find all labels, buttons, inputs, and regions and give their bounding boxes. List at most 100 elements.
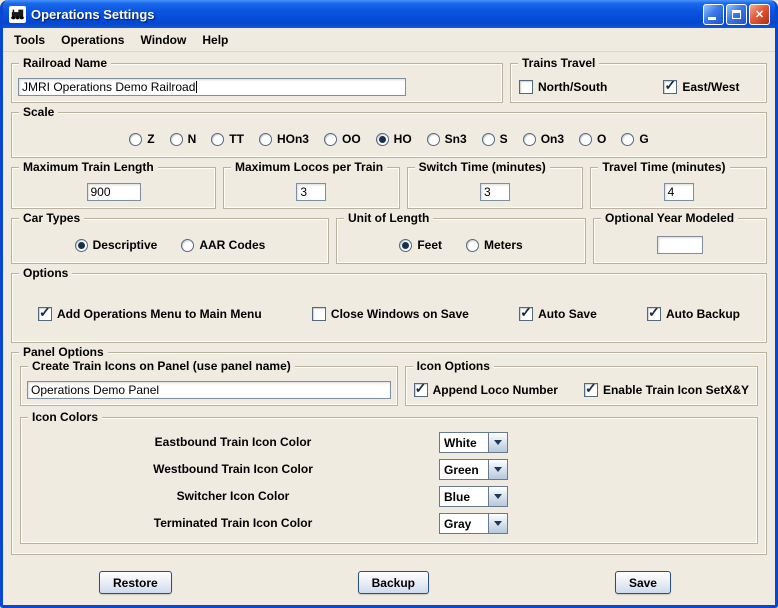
radio-scale-hon3[interactable]: HOn3 xyxy=(258,132,309,146)
main-content: Railroad Name JMRI Operations Demo Railr… xyxy=(3,52,775,605)
checkbox-close-windows-on-save[interactable]: Close Windows on Save xyxy=(311,307,469,321)
icon-colors-group: Icon Colors Eastbound Train Icon Color W… xyxy=(20,410,758,544)
radio-scale-o[interactable]: O xyxy=(579,132,606,146)
radio-scale-ho[interactable]: HO xyxy=(375,132,412,146)
close-button[interactable] xyxy=(749,3,770,25)
checkbox-auto-backup[interactable]: Auto Backup xyxy=(646,304,740,321)
restore-button[interactable]: Restore xyxy=(99,571,172,594)
maximize-icon xyxy=(732,9,741,19)
radio-scale-n[interactable]: N xyxy=(169,132,196,146)
radio-dot[interactable] xyxy=(481,132,495,146)
group-title: Optional Year Modeled xyxy=(601,211,739,225)
checkbox-box[interactable] xyxy=(413,380,428,397)
checkbox-add-operations-menu[interactable]: Add Operations Menu to Main Menu xyxy=(38,304,262,321)
save-button[interactable]: Save xyxy=(614,571,671,594)
options-group: Options Add Operations Menu to Main Menu… xyxy=(11,266,767,343)
checkbox-box[interactable] xyxy=(646,304,661,321)
radio-scale-z[interactable]: Z xyxy=(129,132,155,146)
eastbound-color-row: Eastbound Train Icon Color White xyxy=(27,430,751,454)
checkbox-auto-save[interactable]: Auto Save xyxy=(519,304,597,321)
checkbox-north-south[interactable]: North/South xyxy=(519,80,607,94)
checkbox-box[interactable] xyxy=(663,77,678,94)
radio-dot[interactable] xyxy=(258,132,272,146)
group-title: Maximum Train Length xyxy=(19,160,158,174)
checkbox-box[interactable] xyxy=(311,307,326,321)
checkbox-east-west[interactable]: East/West xyxy=(663,77,739,94)
dropdown-button[interactable] xyxy=(488,486,507,506)
radio-dot[interactable] xyxy=(375,132,389,146)
create-train-icons-group: Create Train Icons on Panel (use panel n… xyxy=(20,359,398,406)
checkbox-box[interactable] xyxy=(583,380,598,397)
checkbox-box[interactable] xyxy=(519,304,534,321)
group-title: Travel Time (minutes) xyxy=(598,160,730,174)
terminated-color-label: Terminated Train Icon Color xyxy=(153,516,313,530)
scale-group: Scale Z N TT HOn3 OO HO Sn3 S On3 O G xyxy=(11,105,767,158)
menu-help[interactable]: Help xyxy=(194,30,236,50)
operations-settings-window: Operations Settings Tools Operations Win… xyxy=(0,0,778,608)
radio-dot[interactable] xyxy=(466,238,479,252)
backup-button[interactable]: Backup xyxy=(357,571,429,594)
year-modeled-group: Optional Year Modeled xyxy=(593,211,767,264)
westbound-color-select[interactable]: Green xyxy=(439,458,508,480)
trains-travel-group: Trains Travel North/South East/West xyxy=(510,56,767,103)
radio-dot[interactable] xyxy=(169,132,183,146)
eastbound-color-label: Eastbound Train Icon Color xyxy=(154,435,312,449)
westbound-color-row: Westbound Train Icon Color Green xyxy=(27,457,751,481)
radio-scale-tt[interactable]: TT xyxy=(211,132,244,146)
radio-scale-s[interactable]: S xyxy=(481,132,508,146)
text-caret xyxy=(196,81,198,93)
radio-aar-codes[interactable]: AAR Codes xyxy=(181,238,265,252)
radio-dot[interactable] xyxy=(74,238,88,252)
minimize-button[interactable] xyxy=(703,3,724,25)
menu-tools[interactable]: Tools xyxy=(6,30,53,50)
radio-dot[interactable] xyxy=(323,132,337,146)
radio-meters[interactable]: Meters xyxy=(466,238,523,252)
group-title: Railroad Name xyxy=(19,56,112,70)
dropdown-button[interactable] xyxy=(488,432,507,452)
checkbox-box[interactable] xyxy=(519,80,533,94)
terminated-color-row: Terminated Train Icon Color Gray xyxy=(27,511,751,535)
action-buttons-row: Restore Backup Save xyxy=(11,571,767,594)
menu-window[interactable]: Window xyxy=(132,30,194,50)
radio-descriptive[interactable]: Descriptive xyxy=(74,238,157,252)
radio-dot[interactable] xyxy=(579,132,593,146)
maximize-button[interactable] xyxy=(726,3,747,25)
dropdown-button[interactable] xyxy=(488,513,507,533)
terminated-color-select[interactable]: Gray xyxy=(439,512,508,534)
eastbound-color-select[interactable]: White xyxy=(439,431,508,453)
radio-dot[interactable] xyxy=(426,132,440,146)
group-title: Trains Travel xyxy=(518,56,600,70)
dropdown-button[interactable] xyxy=(488,459,507,479)
car-types-group: Car Types Descriptive AAR Codes xyxy=(11,211,329,264)
panel-name-input[interactable]: Operations Demo Panel xyxy=(27,381,391,399)
railroad-name-group: Railroad Name JMRI Operations Demo Railr… xyxy=(11,56,503,103)
group-title: Switch Time (minutes) xyxy=(414,160,550,174)
checkbox-enable-train-icon-setxy[interactable]: Enable Train Icon SetX&Y xyxy=(583,380,749,397)
travel-time-group: Travel Time (minutes) 4 xyxy=(590,160,768,209)
train-icon[interactable] xyxy=(9,5,26,23)
chevron-down-icon xyxy=(494,493,502,499)
checkbox-box[interactable] xyxy=(38,304,52,321)
radio-dot[interactable] xyxy=(399,238,413,252)
window-controls xyxy=(703,3,770,25)
radio-dot[interactable] xyxy=(181,238,195,252)
radio-scale-sn3[interactable]: Sn3 xyxy=(426,132,467,146)
travel-time-input[interactable]: 4 xyxy=(663,183,694,201)
radio-feet[interactable]: Feet xyxy=(399,238,442,252)
radio-scale-on3[interactable]: On3 xyxy=(522,132,564,146)
radio-scale-oo[interactable]: OO xyxy=(323,132,361,146)
radio-dot[interactable] xyxy=(522,132,536,146)
year-modeled-input[interactable] xyxy=(657,236,703,254)
radio-dot[interactable] xyxy=(621,132,635,146)
radio-scale-g[interactable]: G xyxy=(621,132,649,146)
max-train-length-input[interactable]: 900 xyxy=(86,183,141,201)
menu-operations[interactable]: Operations xyxy=(53,30,132,50)
radio-dot[interactable] xyxy=(211,132,225,146)
max-locos-input[interactable]: 3 xyxy=(296,183,327,201)
close-icon xyxy=(755,8,764,21)
railroad-name-input[interactable]: JMRI Operations Demo Railroad xyxy=(18,78,406,96)
switcher-color-select[interactable]: Blue xyxy=(439,485,508,507)
switch-time-input[interactable]: 3 xyxy=(480,183,510,201)
checkbox-append-loco-number[interactable]: Append Loco Number xyxy=(413,380,558,397)
radio-dot[interactable] xyxy=(129,132,143,146)
